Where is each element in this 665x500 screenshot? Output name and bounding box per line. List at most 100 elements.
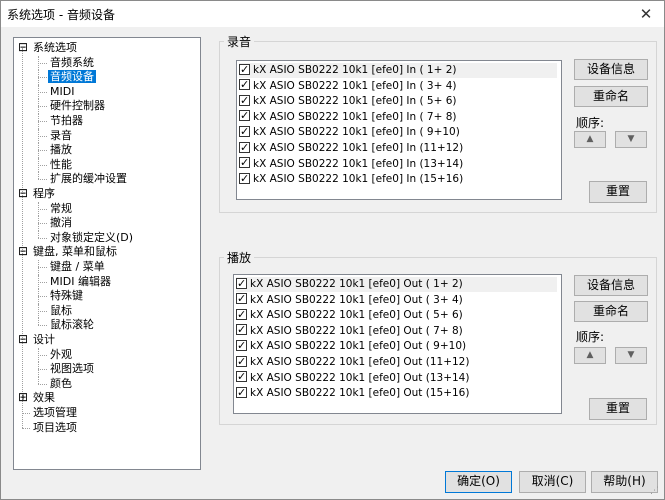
tree-connector (22, 413, 30, 414)
device-list-item[interactable]: kX ASIO SB0222 10k1 [efe0] In (15+16) (239, 171, 557, 187)
device-list-item[interactable]: kX ASIO SB0222 10k1 [efe0] Out ( 7+ 8) (236, 322, 557, 339)
device-list-item[interactable]: kX ASIO SB0222 10k1 [efe0] In (11+12) (239, 140, 557, 156)
resize-grip-icon[interactable]: ⋰ (650, 485, 662, 497)
tree-item[interactable]: 硬件控制器 (48, 99, 107, 113)
record-reset-button[interactable]: 重置 (589, 181, 647, 203)
tree-item[interactable]: 设计 (31, 333, 57, 347)
tree-item[interactable]: 系统选项 (31, 41, 79, 55)
checkbox-checked-icon[interactable] (236, 291, 247, 306)
tree-item-label: 扩展的缓冲设置 (50, 172, 127, 186)
tree-item[interactable]: 项目选项 (31, 421, 79, 435)
tree-item-label: 撤消 (50, 216, 72, 230)
checkbox-checked-icon[interactable] (236, 369, 247, 384)
tree-item[interactable]: 撤消 (48, 216, 74, 230)
tree-item-label: 节拍器 (50, 114, 83, 127)
collapse-icon[interactable]: ⊟ (18, 333, 28, 345)
tree-connector (38, 99, 39, 114)
tree-item-label: 音频设备 (48, 70, 96, 84)
tree-connector (38, 383, 47, 385)
tree-item[interactable]: 常规 (48, 202, 74, 216)
device-list-item[interactable]: kX ASIO SB0222 10k1 [efe0] Out (13+14) (236, 369, 557, 386)
tree-item[interactable]: 播放 (48, 143, 74, 157)
tree-item-label: 项目选项 (33, 420, 77, 434)
tree-item[interactable]: 录音 (48, 129, 74, 143)
checkbox-checked-icon[interactable] (239, 93, 250, 108)
record-rename-button[interactable]: 重命名 (574, 86, 648, 107)
record-device-list[interactable]: kX ASIO SB0222 10k1 [efe0] In ( 1+ 2) kX … (236, 60, 562, 200)
tree-item[interactable]: 键盘 / 菜单 (48, 260, 107, 274)
record-device-info-button[interactable]: 设备信息 (574, 59, 648, 80)
device-list-item[interactable]: kX ASIO SB0222 10k1 [efe0] In ( 7+ 8) (239, 108, 557, 125)
tree-item[interactable]: 音频设备 (48, 70, 96, 84)
tree-item-label: 播放 (50, 143, 72, 157)
checkbox-checked-icon[interactable] (236, 307, 247, 322)
checkbox-checked-icon[interactable] (239, 171, 250, 186)
device-list-item[interactable]: kX ASIO SB0222 10k1 [efe0] In ( 9+10) (239, 124, 557, 140)
playback-device-info-button[interactable]: 设备信息 (574, 275, 648, 296)
checkbox-checked-icon[interactable] (239, 140, 250, 155)
device-list-item[interactable]: kX ASIO SB0222 10k1 [efe0] Out ( 5+ 6) (236, 307, 557, 323)
playback-move-up-button[interactable]: ▲ (574, 347, 606, 364)
checkbox-checked-icon[interactable] (239, 124, 250, 139)
tree-item-label: 系统选项 (33, 41, 77, 54)
tree-item[interactable]: 效果 (31, 391, 57, 405)
arrow-up-icon: ▲ (586, 350, 594, 360)
device-list-item[interactable]: kX ASIO SB0222 10k1 [efe0] In ( 5+ 6) (239, 93, 557, 109)
device-list-item[interactable]: kX ASIO SB0222 10k1 [efe0] In ( 3+ 4) (239, 77, 557, 94)
collapse-icon[interactable]: ⊟ (18, 187, 28, 199)
ok-button[interactable]: 确定(O) (445, 471, 512, 493)
playback-reset-button[interactable]: 重置 (589, 398, 647, 420)
tree-item-label: 设计 (33, 333, 55, 346)
checkbox-checked-icon[interactable] (239, 62, 250, 77)
tree-connector (38, 303, 39, 319)
collapse-icon[interactable]: ⊟ (18, 41, 28, 53)
tree-item[interactable]: 键盘, 菜单和鼠标 (31, 245, 119, 259)
options-tree[interactable]: ⊟ 系统选项 音频系统 音频设备 MIDI 硬件控制器 节拍器 录音 播放 性能 扩展的缓冲设置 ⊟ 程… (13, 37, 201, 470)
playback-device-list[interactable]: kX ASIO SB0222 10k1 [efe0] Out ( 1+ 2) kX… (233, 274, 562, 414)
collapse-icon[interactable]: ⊟ (18, 245, 28, 257)
tree-connector (38, 179, 47, 181)
tree-item[interactable]: 视图选项 (48, 362, 96, 376)
device-list-item[interactable]: kX ASIO SB0222 10k1 [efe0] Out (15+16) (236, 385, 557, 401)
record-move-up-button[interactable]: ▲ (574, 131, 606, 148)
device-list-item[interactable]: kX ASIO SB0222 10k1 [efe0] Out ( 1+ 2) (236, 276, 557, 292)
device-list-item[interactable]: kX ASIO SB0222 10k1 [efe0] Out ( 9+10) (236, 338, 557, 354)
device-list-item[interactable]: kX ASIO SB0222 10k1 [efe0] In ( 1+ 2) (239, 62, 557, 78)
tree-item[interactable]: 外观 (48, 348, 74, 362)
tree-item[interactable]: 扩展的缓冲设置 (48, 172, 129, 186)
checkbox-checked-icon[interactable] (236, 354, 247, 369)
tree-item[interactable]: 鼠标滚轮 (48, 318, 96, 332)
record-move-down-button[interactable]: ▼ (615, 131, 647, 148)
checkbox-checked-icon[interactable] (239, 77, 250, 92)
checkbox-checked-icon[interactable] (239, 155, 250, 170)
checkbox-checked-icon[interactable] (236, 385, 247, 400)
device-list-item[interactable]: kX ASIO SB0222 10k1 [efe0] Out (11+12) (236, 354, 557, 370)
tree-item[interactable]: 音频系统 (48, 56, 96, 70)
checkbox-checked-icon[interactable] (236, 322, 247, 337)
playback-move-down-button[interactable]: ▼ (615, 347, 647, 364)
device-list-item[interactable]: kX ASIO SB0222 10k1 [efe0] Out ( 3+ 4) (236, 291, 557, 308)
window-title: 系统选项 - 音频设备 (7, 8, 115, 22)
playback-rename-button[interactable]: 重命名 (574, 301, 648, 322)
tree-item[interactable]: 特殊键 (48, 289, 85, 303)
tree-item[interactable]: 选项管理 (31, 406, 79, 420)
tree-item-label: 录音 (50, 128, 72, 142)
help-button[interactable]: 帮助(H) (591, 471, 658, 493)
tree-item[interactable]: MIDI 编辑器 (48, 275, 113, 289)
device-list-item[interactable]: kX ASIO SB0222 10k1 [efe0] In (13+14) (239, 155, 557, 172)
tree-item[interactable]: 性能 (48, 158, 74, 172)
tree-item[interactable]: 节拍器 (48, 114, 85, 128)
record-order-label: 顺序: (576, 116, 605, 130)
tree-connector (38, 84, 39, 100)
tree-item[interactable]: MIDI (48, 85, 76, 99)
checkbox-checked-icon[interactable] (236, 276, 247, 291)
checkbox-checked-icon[interactable] (239, 108, 250, 123)
tree-item[interactable]: 对象锁定定义(D) (48, 231, 135, 245)
tree-item[interactable]: 颜色 (48, 377, 74, 391)
checkbox-checked-icon[interactable] (236, 338, 247, 353)
cancel-button[interactable]: 取消(C) (519, 471, 586, 493)
tree-item[interactable]: 鼠标 (48, 304, 74, 318)
expand-icon[interactable]: ⊞ (18, 391, 28, 403)
tree-item[interactable]: 程序 (31, 187, 57, 201)
close-icon[interactable]: ✕ (636, 4, 656, 24)
